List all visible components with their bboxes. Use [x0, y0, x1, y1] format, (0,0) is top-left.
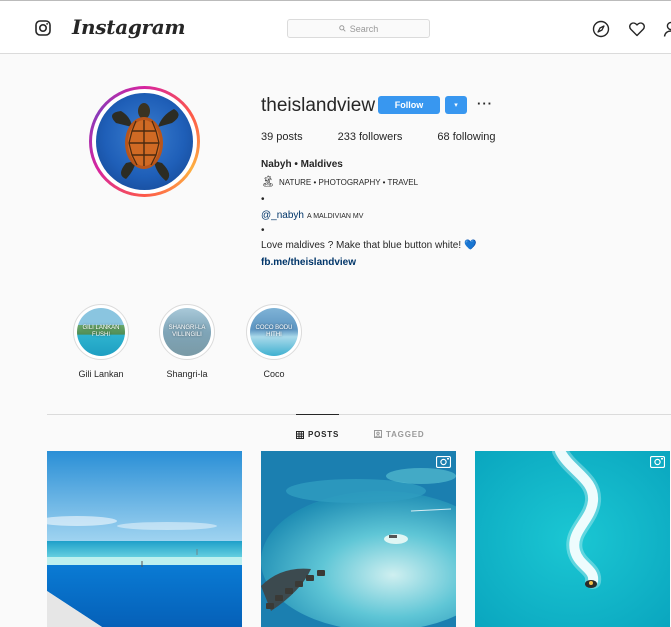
tag-icon [374, 430, 382, 438]
following-count[interactable]: 68 following [437, 131, 495, 143]
suggested-accounts-dropdown-button[interactable]: ▾ [445, 96, 467, 114]
grid-icon [296, 430, 304, 439]
bio-name: Nabyh • Maldives [261, 159, 343, 170]
post-thumbnail[interactable] [47, 451, 242, 627]
bio-message-line: Love maldives ? Make that blue button wh… [261, 239, 477, 252]
tab-tagged-label: TAGGED [386, 429, 425, 439]
post-image-jetski-wake [475, 451, 670, 627]
post-thumbnail[interactable] [475, 451, 670, 627]
sea-turtle-avatar-image [96, 93, 193, 190]
bio-tagline: 🏝 NATURE • PHOTOGRAPHY • TRAVEL [261, 176, 418, 189]
bio-mention-link[interactable]: @_nabyh [261, 209, 304, 222]
video-icon [650, 456, 665, 468]
bio-mention-note: A MALDIVIAN MV [306, 213, 364, 220]
bio-bullet: • [261, 225, 265, 236]
instagram-icon[interactable] [35, 20, 51, 36]
video-icon [436, 456, 451, 468]
bio-mention-line: @_nabyh A MALDIVIAN MV [261, 209, 363, 223]
compass-icon[interactable] [592, 20, 610, 38]
top-nav-bar: Instagram Search [0, 0, 671, 54]
tab-tagged[interactable]: TAGGED [374, 414, 424, 454]
more-options-button[interactable]: ··· [477, 96, 493, 111]
post-image-infinity-pool [47, 451, 242, 627]
highlight-label: Gili Lankan [78, 369, 124, 379]
search-input[interactable]: Search [287, 19, 430, 38]
highlight-cover-text: GILI LANKAN FUSHI [82, 325, 120, 338]
post-thumbnail[interactable] [261, 451, 456, 627]
heart-icon[interactable] [628, 20, 646, 38]
highlight-cover-image: GILI LANKAN FUSHI [77, 308, 125, 356]
profile-stats: 39 posts 233 followers 68 following [261, 131, 531, 143]
search-placeholder: Search [349, 23, 379, 34]
search-icon [338, 25, 346, 32]
bio-website-link[interactable]: fb.me/theislandview [261, 256, 356, 269]
profile-username: theislandview [261, 95, 376, 116]
tab-posts-label: POSTS [308, 430, 340, 439]
blue-heart-emoji-icon: 💙 [464, 240, 477, 251]
post-image-aerial-atoll [261, 451, 456, 627]
tab-posts[interactable]: POSTS [296, 414, 340, 454]
highlight-cover-image: COCO BODU HITHI [250, 308, 298, 356]
highlight-cover-text: COCO BODU HITHI [255, 325, 293, 338]
bio-tagline-text: NATURE • PHOTOGRAPHY • TRAVEL [278, 178, 419, 187]
bio-message-text: Love maldives ? Make that blue button wh… [261, 240, 462, 251]
posts-count: 39 posts [261, 131, 303, 143]
highlight-label: Coco [263, 369, 285, 379]
highlight-cover-image: SHANGRI-LA VILLINGILI [163, 308, 211, 356]
tabs-divider [47, 414, 671, 415]
follow-button[interactable]: Follow [378, 96, 440, 114]
followers-count[interactable]: 233 followers [338, 131, 403, 143]
user-icon[interactable] [662, 20, 671, 38]
instagram-wordmark[interactable]: Instagram [72, 15, 186, 39]
highlight-cover-text: SHANGRI-LA VILLINGILI [168, 325, 206, 338]
highlight-label: Shangri-la [166, 369, 208, 379]
story-highlight[interactable]: GILI LANKAN FUSHI Gili Lankan [71, 304, 131, 379]
story-highlight[interactable]: SHANGRI-LA VILLINGILI Shangri-la [157, 304, 217, 379]
profile-avatar[interactable] [89, 86, 200, 197]
island-emoji-icon: 🏝 [261, 176, 275, 188]
story-highlight[interactable]: COCO BODU HITHI Coco [244, 304, 304, 379]
bio-bullet: • [261, 194, 265, 205]
